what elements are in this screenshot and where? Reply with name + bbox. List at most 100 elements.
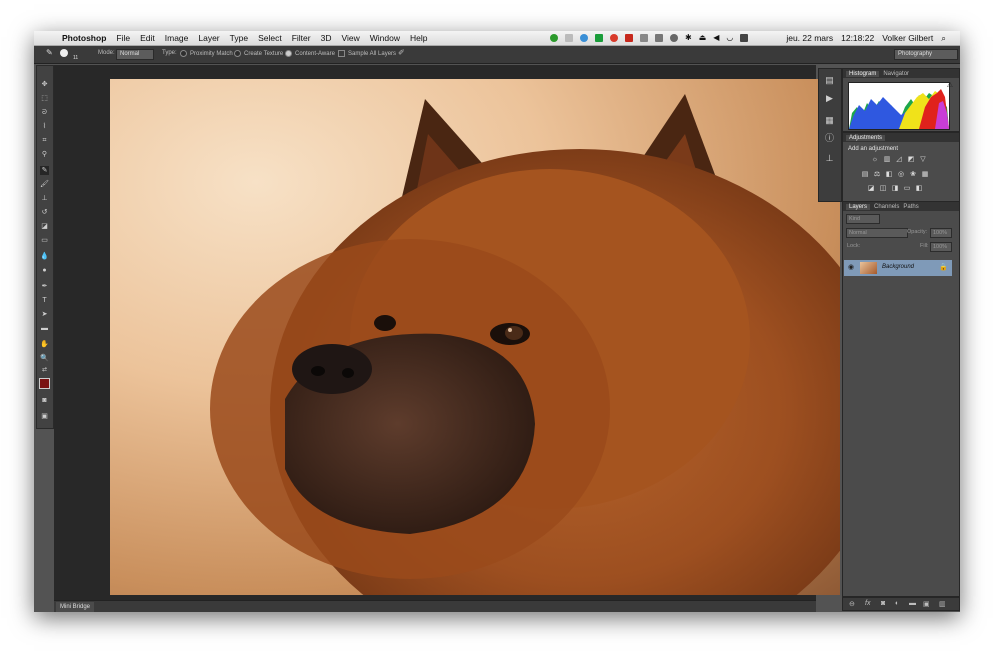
eyedropper-tool-icon[interactable]: ⚲ [40,150,49,159]
selective-color-icon[interactable]: ◧ [915,185,923,193]
document-image-dog[interactable] [110,79,840,595]
status-green-icon[interactable] [550,33,558,42]
create-texture-radio[interactable]: Create Texture [234,50,283,57]
brush-preset-icon[interactable] [60,49,68,57]
menu-layer[interactable]: Layer [198,33,219,43]
keyboard-icon[interactable] [740,33,749,42]
menu-select[interactable]: Select [258,33,282,43]
menu-edit[interactable]: Edit [140,33,155,43]
volume-icon[interactable]: ◀ [713,33,719,42]
content-aware-radio[interactable]: Content-Aware [285,50,335,57]
delete-layer-icon[interactable]: ▥ [939,600,946,608]
shape-tool-icon[interactable]: ▬ [40,324,49,333]
wifi-icon[interactable]: ◡ [726,33,733,42]
status-grid-icon[interactable] [640,33,648,42]
levels-icon[interactable]: ▥ [883,156,891,164]
bluetooth-icon[interactable]: ✱ [685,33,692,42]
hue-saturation-icon[interactable]: ▤ [861,171,869,179]
dodge-tool-icon[interactable]: ● [40,266,49,275]
healing-brush-tool-icon[interactable]: ✎ [40,166,49,175]
brightness-contrast-icon[interactable]: ☼ [871,156,879,164]
layer-row-background[interactable]: ◉ Background 🔒 [844,260,952,276]
actions-panel-icon[interactable]: ▶ [824,93,835,104]
gradient-map-icon[interactable]: ▭ [903,185,911,193]
eject-icon[interactable]: ⏏ [699,33,707,42]
type-tool-icon[interactable]: T [40,296,49,305]
layer-style-fx-icon[interactable]: fx [865,600,870,607]
history-panel-icon[interactable]: ▤ [824,75,835,86]
new-group-icon[interactable]: ▬ [909,600,916,607]
menu-file[interactable]: File [116,33,130,43]
tab-histogram[interactable]: Histogram [846,70,880,77]
tab-adjustments[interactable]: Adjustments [846,134,886,141]
link-layers-icon[interactable]: ⊖ [849,600,855,608]
hand-tool-icon[interactable]: ✋ [40,340,49,349]
swap-colors-icon[interactable]: ⇄ [40,366,49,375]
menu-image[interactable]: Image [165,33,189,43]
blur-tool-icon[interactable]: 💧 [40,252,49,261]
move-tool-icon[interactable]: ✥ [40,80,49,89]
threshold-icon[interactable]: ◨ [891,185,899,193]
properties-panel-icon[interactable]: ▦ [824,115,835,126]
color-balance-icon[interactable]: ⚖ [873,171,881,179]
user-name[interactable]: Volker Gilbert [882,33,933,44]
quick-select-tool-icon[interactable]: ⌇ [40,122,49,131]
tab-paths[interactable]: Paths [903,204,918,210]
menu-type[interactable]: Type [230,33,248,43]
pen-tool-icon[interactable]: ✒ [40,282,49,291]
black-white-icon[interactable]: ◧ [885,171,893,179]
vibrance-icon[interactable]: ▽ [919,156,927,164]
status-adobe-icon[interactable] [625,33,633,42]
pressure-size-icon[interactable]: ✐ [398,48,405,57]
menu-view[interactable]: View [341,33,359,43]
lasso-tool-icon[interactable]: ᘐ [40,108,49,117]
path-select-tool-icon[interactable]: ➤ [40,310,49,319]
brush-tool-icon[interactable]: 🖌 [40,180,49,189]
new-layer-icon[interactable]: ▣ [923,600,930,608]
foreground-color-swatch[interactable] [39,378,50,389]
status-sync-icon[interactable] [580,33,588,42]
opacity-field[interactable]: 100% [930,228,952,238]
photo-filter-icon[interactable]: ◎ [897,171,905,179]
status-display-icon[interactable] [655,33,663,42]
clone-source-panel-icon[interactable]: ⊥ [824,153,835,164]
exposure-icon[interactable]: ◩ [907,156,915,164]
status-red-icon[interactable] [610,33,618,42]
fill-field[interactable]: 100% [930,242,952,252]
mode-select[interactable]: Normal [116,49,154,60]
spotlight-search-icon[interactable]: ⌕ [941,33,946,44]
zoom-tool-icon[interactable]: 🔍 [40,354,49,363]
stamp-tool-icon[interactable]: ⊥ [40,194,49,203]
curves-icon[interactable]: ◿ [895,156,903,164]
blend-mode-select[interactable]: Normal [846,228,908,238]
visibility-eye-icon[interactable]: ◉ [848,263,854,271]
menu-help[interactable]: Help [410,33,427,43]
date-label[interactable]: jeu. 22 mars [786,33,833,44]
tab-navigator[interactable]: Navigator [883,71,909,77]
sample-all-layers-checkbox[interactable]: Sample All Layers [338,50,396,57]
invert-icon[interactable]: ◪ [867,185,875,193]
workspace-select[interactable]: Photography [894,49,958,60]
menu-app-name[interactable]: Photoshop [62,33,106,43]
gradient-tool-icon[interactable]: ▭ [40,236,49,245]
posterize-icon[interactable]: ◫ [879,185,887,193]
tab-layers[interactable]: Layers [846,203,871,210]
layer-mask-icon[interactable]: ◙ [881,600,885,607]
marquee-tool-icon[interactable]: ⬚ [40,94,49,103]
info-panel-icon[interactable]: ⓘ [824,133,835,144]
menu-filter[interactable]: Filter [292,33,311,43]
screen-mode-icon[interactable]: ▣ [40,412,49,421]
status-pause-icon[interactable] [565,33,573,42]
color-lookup-icon[interactable]: ▦ [921,171,929,179]
spot-healing-brush-icon[interactable]: ✎ [46,48,53,57]
history-brush-tool-icon[interactable]: ↺ [40,208,49,217]
status-app-icon[interactable] [595,33,603,42]
tab-channels[interactable]: Channels [874,204,899,210]
layer-kind-filter[interactable]: Kind [846,214,880,224]
mini-bridge-tab[interactable]: Mini Bridge [56,602,95,612]
channel-mixer-icon[interactable]: ❀ [909,171,917,179]
time-machine-icon[interactable] [670,33,678,42]
menu-window[interactable]: Window [370,33,400,43]
eraser-tool-icon[interactable]: ◪ [40,222,49,231]
crop-tool-icon[interactable]: ⌗ [40,136,49,145]
